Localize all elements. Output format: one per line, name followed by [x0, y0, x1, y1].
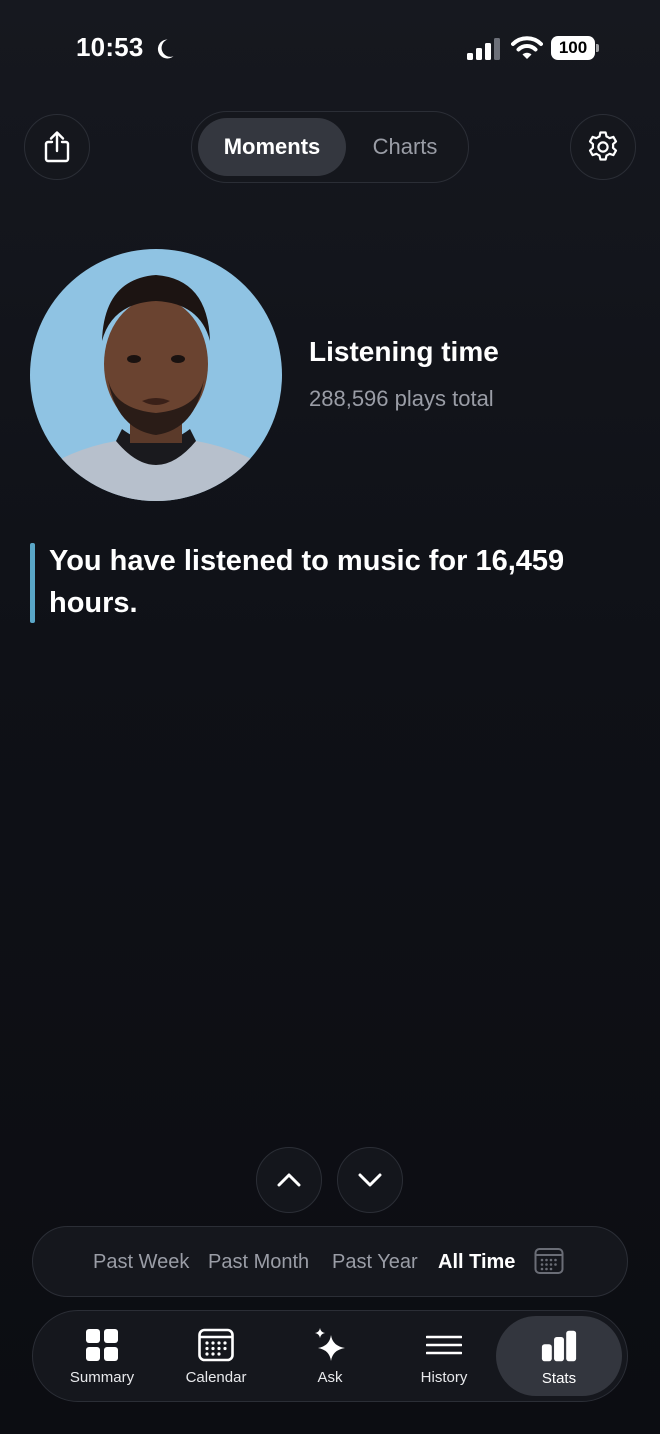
range-past-week[interactable]: Past Week	[93, 1227, 189, 1298]
artist-photo	[30, 249, 282, 501]
range-past-month[interactable]: Past Month	[208, 1227, 309, 1298]
tab-history[interactable]: History	[387, 1311, 501, 1403]
bar-chart-icon	[541, 1330, 577, 1362]
status-bar: 10:53 100	[0, 0, 660, 96]
share-button[interactable]	[24, 114, 90, 180]
segment-moments[interactable]: Moments	[198, 118, 346, 176]
gear-icon	[588, 131, 618, 161]
range-past-year[interactable]: Past Year	[332, 1227, 418, 1298]
settings-button[interactable]	[570, 114, 636, 180]
status-time: 10:53	[76, 32, 144, 62]
calendar-icon	[198, 1328, 234, 1362]
next-moment-button[interactable]	[337, 1147, 403, 1213]
view-segmented-control: Moments Charts	[191, 111, 469, 183]
tab-ask[interactable]: Ask	[273, 1311, 387, 1403]
range-all-time[interactable]: All Time	[438, 1227, 515, 1298]
chevron-down-icon	[358, 1173, 382, 1187]
tab-ask-label: Ask	[317, 1369, 343, 1386]
tab-bar: Summary Calendar Ask History Stats	[32, 1310, 628, 1402]
card-title: Listening time	[309, 336, 499, 367]
battery-indicator: 100	[551, 36, 599, 60]
chevron-up-icon	[277, 1173, 301, 1187]
previous-moment-button[interactable]	[256, 1147, 322, 1213]
tab-summary[interactable]: Summary	[45, 1311, 159, 1403]
tab-calendar-label: Calendar	[185, 1369, 247, 1386]
listening-summary-text: You have listened to music for 16,459 ho…	[49, 545, 565, 619]
time-range-selector: Past Week Past Month Past Year All Time	[32, 1226, 628, 1297]
plays-total: 288,596 plays total	[309, 386, 494, 411]
tab-history-label: History	[420, 1369, 468, 1386]
tab-calendar[interactable]: Calendar	[159, 1311, 273, 1403]
battery-level: 100	[551, 36, 595, 60]
tab-stats[interactable]: Stats	[496, 1316, 622, 1396]
list-icon	[426, 1335, 462, 1355]
quote-accent-bar	[30, 543, 35, 623]
battery-tip	[596, 44, 599, 52]
share-icon	[44, 131, 70, 163]
grid-icon	[86, 1329, 118, 1361]
tab-summary-label: Summary	[69, 1369, 135, 1386]
do-not-disturb-moon-icon	[157, 39, 174, 59]
tab-stats-label: Stats	[541, 1370, 577, 1387]
wifi-icon	[511, 36, 543, 59]
segment-charts[interactable]: Charts	[350, 118, 460, 176]
custom-range-calendar-icon[interactable]	[534, 1247, 564, 1275]
cellular-signal-icon	[467, 38, 500, 60]
sparkle-icon	[315, 1328, 345, 1361]
